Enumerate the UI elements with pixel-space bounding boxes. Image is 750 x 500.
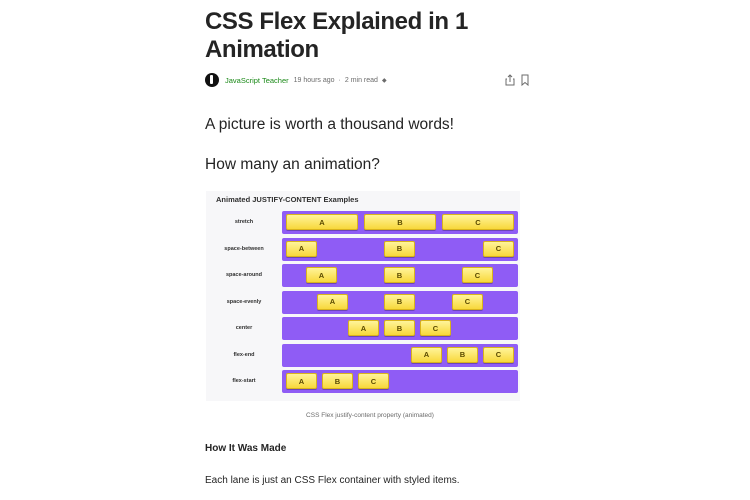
intro-paragraph: A picture is worth a thousand words!: [205, 116, 454, 133]
flex-item-c: C: [483, 240, 514, 257]
justify-content-figure: Animated JUSTIFY-CONTENT Examples stretc…: [206, 191, 520, 401]
flex-item-b: B: [384, 240, 415, 257]
article-meta: JavaScript Teacher 19 hours ago · 2 min …: [205, 72, 535, 88]
lane-flex-start: ABC: [282, 370, 518, 393]
lane-space-between: A B C: [282, 237, 518, 261]
article-title: CSS Flex Explained in 1 Animation: [205, 8, 535, 64]
article-title-line-1: CSS Flex Explained in 1: [205, 8, 468, 35]
share-icon[interactable]: [503, 73, 517, 87]
flex-item-c: C: [420, 320, 451, 336]
lane-flex-end: ABC: [282, 343, 518, 367]
flex-item-c: C: [452, 293, 483, 310]
lane-space-around: A B C: [282, 264, 518, 287]
lane-label-flex-end: flex-end: [233, 351, 255, 358]
read-time: 2 min read: [344, 76, 378, 84]
figure-title: Animated JUSTIFY-CONTENT Examples: [216, 195, 359, 204]
meta-separator: ·: [338, 76, 341, 84]
section-paragraph: Each lane is just an CSS Flex container …: [205, 475, 460, 486]
lane-label-center: center: [235, 325, 253, 331]
question-paragraph: How many an animation?: [205, 156, 380, 173]
flex-item-a: A: [411, 346, 442, 363]
lane-stretch: ABC: [282, 211, 518, 234]
flex-item-b: B: [364, 214, 436, 230]
flex-item-c: C: [462, 267, 493, 283]
flex-item-c: C: [442, 214, 514, 230]
lane-label-flex-start: flex-start: [232, 378, 256, 384]
published-time: 19 hours ago: [293, 76, 335, 84]
flex-item-a: A: [286, 373, 317, 389]
flex-item-a: A: [348, 320, 379, 336]
lane-space-evenly: A B C: [282, 290, 518, 314]
flex-item-a: A: [286, 240, 317, 257]
flex-item-b: B: [384, 320, 415, 336]
flex-item-c: C: [358, 373, 389, 389]
section-heading: How It Was Made: [205, 443, 287, 454]
flex-item-a: A: [317, 293, 348, 310]
figure-caption: CSS Flex justify-content property (anima…: [306, 412, 434, 419]
author-avatar[interactable]: [205, 73, 219, 87]
member-star-icon: ◆: [381, 77, 387, 84]
flex-item-b: B: [384, 267, 415, 283]
flex-item-a: A: [306, 267, 337, 283]
lane-label-space-around: space-around: [225, 272, 263, 278]
flex-item-b: B: [447, 346, 478, 363]
lane-center: ABC: [282, 317, 518, 340]
lane-label-space-between: space-between: [224, 245, 264, 252]
flex-item-b: B: [384, 293, 415, 310]
article-title-line-2: Animation: [205, 36, 319, 63]
flex-item-a: A: [286, 214, 358, 230]
author-link[interactable]: JavaScript Teacher: [225, 76, 289, 85]
flex-item-b: B: [322, 373, 353, 389]
bookmark-icon[interactable]: [519, 73, 531, 87]
lane-label-space-evenly: space-evenly: [226, 298, 262, 305]
lane-label-stretch: stretch: [234, 219, 254, 225]
flex-item-c: C: [483, 346, 514, 363]
